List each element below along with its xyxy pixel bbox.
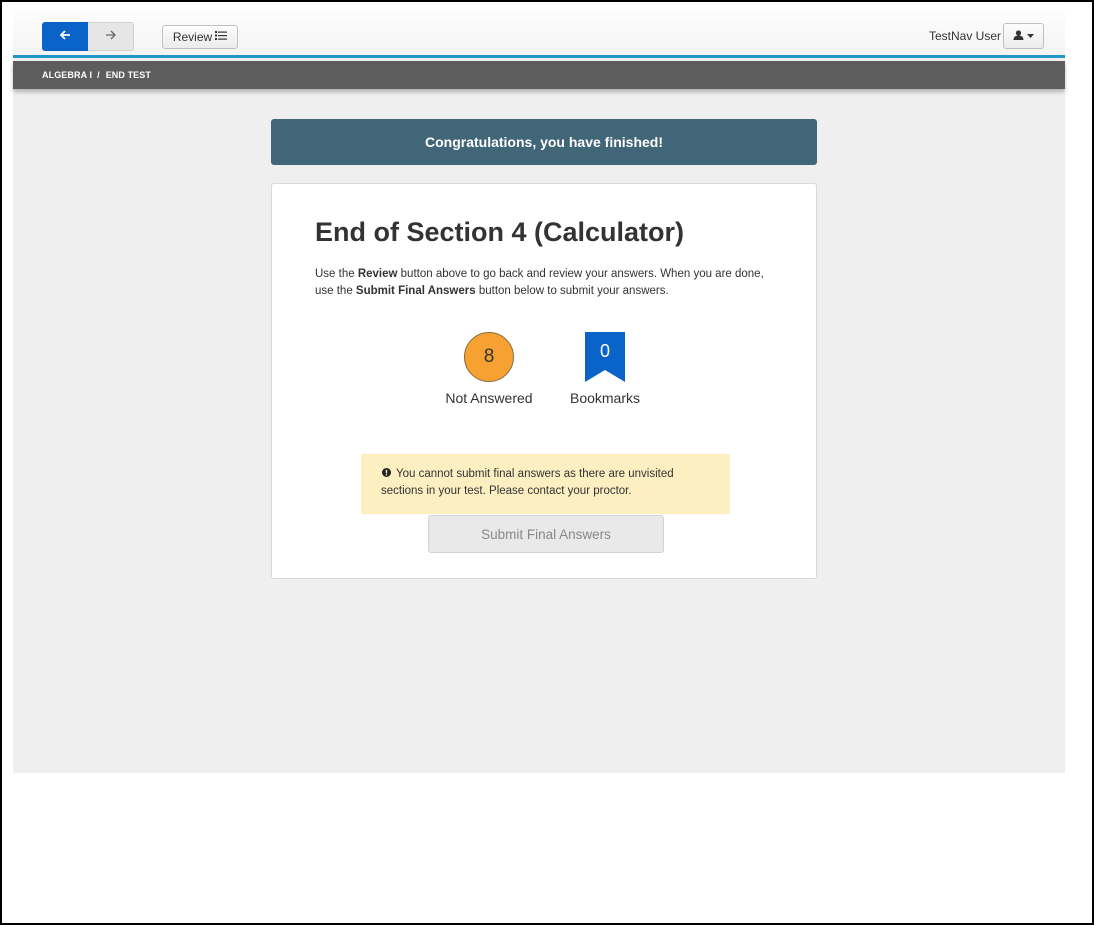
congratulations-banner: Congratulations, you have finished! (271, 119, 817, 165)
breadcrumb: ALGEBRA I / END TEST (13, 61, 1065, 89)
arrow-left-icon (59, 29, 71, 44)
list-icon (215, 30, 228, 44)
breadcrumb-page: END TEST (105, 70, 151, 80)
bookmarks-count: 0 (599, 341, 610, 361)
screen-frame: Review TestNav User ALGEBRA I / END TEST… (0, 0, 1094, 925)
instructions-part: button below to submit your answers. (475, 285, 669, 297)
arrow-right-icon (105, 29, 117, 44)
user-icon (1013, 29, 1024, 43)
user-name: TestNav User (929, 29, 1002, 43)
not-answered-count: 8 (483, 346, 495, 367)
not-answered-stat[interactable]: 8 Not Answered (439, 332, 539, 406)
forward-button[interactable] (88, 22, 134, 51)
breadcrumb-course: ALGEBRA I (42, 70, 93, 80)
user-menu-button[interactable] (1003, 23, 1044, 49)
instructions-part: Use the (315, 268, 358, 280)
not-answered-count-circle: 8 (464, 332, 514, 382)
breadcrumb-separator: / (97, 70, 100, 80)
review-button[interactable]: Review (162, 25, 238, 49)
instructions-review-emphasis: Review (357, 268, 398, 280)
page-title: End of Section 4 (Calculator) (315, 217, 685, 247)
navigation-button-group (42, 22, 134, 51)
bookmarks-label: Bookmarks (569, 390, 641, 406)
unvisited-sections-warning: You cannot submit final answers as there… (361, 454, 730, 514)
submit-final-answers-button[interactable]: Submit Final Answers (428, 515, 664, 553)
caret-down-icon (1027, 31, 1034, 42)
instructions-submit-emphasis: Submit Final Answers (355, 285, 476, 297)
instructions-text: Use the Review button above to go back a… (315, 266, 775, 300)
end-section-card: End of Section 4 (Calculator) Use the Re… (271, 183, 817, 579)
info-circle-icon (381, 466, 392, 483)
testnav-app: Review TestNav User ALGEBRA I / END TEST… (13, 2, 1065, 773)
submit-button-label: Submit Final Answers (481, 526, 611, 542)
bookmarks-stat[interactable]: 0 Bookmarks (560, 332, 650, 406)
review-button-label: Review (172, 30, 213, 44)
bookmark-icon: 0 (585, 332, 625, 382)
warning-text: You cannot submit final answers as there… (381, 468, 674, 497)
back-button[interactable] (42, 22, 88, 51)
congratulations-text: Congratulations, you have finished! (424, 134, 664, 150)
not-answered-label: Not Answered (445, 390, 533, 406)
top-toolbar: Review TestNav User (13, 2, 1065, 58)
